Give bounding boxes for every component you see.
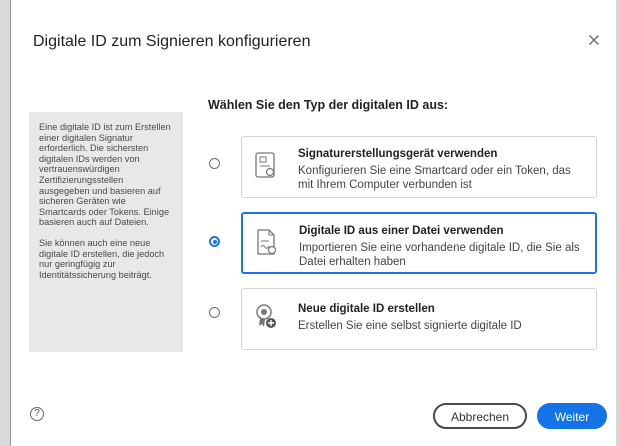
info-paragraph-1: Eine digitale ID ist zum Erstellen einer… (39, 122, 171, 228)
option-new-id[interactable]: Neue digitale ID erstellen Erstellen Sie… (241, 288, 597, 350)
cancel-button[interactable]: Abbrechen (433, 403, 527, 429)
option-description: Importieren Sie eine vorhandene digitale… (299, 242, 580, 268)
configure-digital-id-dialog: Digitale ID zum Signieren konfigurieren … (10, 0, 616, 446)
info-panel: Eine digitale ID ist zum Erstellen einer… (29, 112, 183, 352)
option-title: Neue digitale ID erstellen (298, 303, 435, 315)
option-description: Erstellen Sie eine selbst signierte digi… (298, 320, 522, 332)
option-signature-device[interactable]: Signaturerstellungsgerät verwenden Konfi… (241, 136, 597, 198)
radio-file-id[interactable] (209, 236, 220, 247)
smartcard-device-icon (255, 152, 275, 178)
option-title: Digitale ID aus einer Datei verwenden (299, 225, 504, 237)
option-description: Konfigurieren Sie eine Smartcard oder ei… (298, 165, 571, 191)
info-paragraph-2: Sie können auch eine neue digitale ID er… (39, 237, 165, 280)
continue-button[interactable]: Weiter (537, 403, 607, 429)
dialog-title: Digitale ID zum Signieren konfigurieren (33, 33, 311, 50)
option-title: Signaturerstellungsgerät verwenden (298, 148, 498, 160)
new-certificate-icon (256, 304, 276, 328)
help-icon[interactable]: ? (30, 407, 44, 421)
close-icon[interactable] (586, 32, 602, 48)
id-type-question: Wählen Sie den Typ der digitalen ID aus: (208, 98, 449, 112)
certificate-file-icon (257, 229, 277, 255)
radio-signature-device[interactable] (209, 158, 220, 169)
option-file-id[interactable]: Digitale ID aus einer Datei verwenden Im… (241, 212, 597, 274)
radio-new-id[interactable] (209, 307, 220, 318)
